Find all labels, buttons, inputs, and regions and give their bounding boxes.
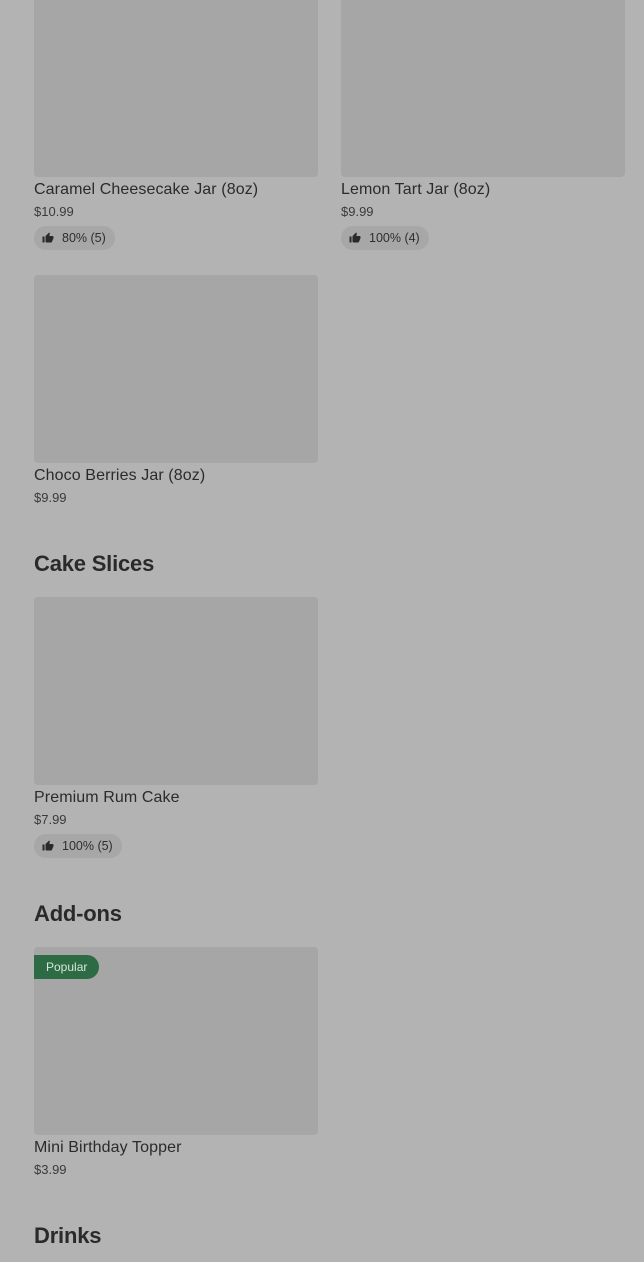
product-card-premium-rum-cake[interactable]: Premium Rum Cake $7.99 100% (5) [34,597,318,858]
rating-text: 100% (5) [62,839,113,853]
product-price: $10.99 [34,204,74,219]
product-name: Caramel Cheesecake Jar (8oz) [34,181,259,198]
product-price: $7.99 [34,812,67,827]
product-price: $9.99 [34,490,67,505]
rating-badge: 100% (5) [34,834,122,858]
product-name: Choco Berries Jar (8oz) [34,467,206,484]
thumbs-up-icon [42,232,54,243]
product-card-lemon-tart-jar[interactable]: Lemon Tart Jar (8oz) $9.99 100% (4) [341,0,625,250]
popular-badge: Popular [34,955,100,979]
section-title-add-ons: Add-ons [34,901,122,926]
rating-badge: 80% (5) [34,226,115,250]
product-card-caramel-cheesecake-jar[interactable]: Caramel Cheesecake Jar (8oz) $10.99 80% … [34,0,318,250]
rating-badge: 100% (4) [341,226,429,250]
section-title-cake-slices: Cake Slices [34,551,155,576]
product-image[interactable] [341,0,625,177]
product-image[interactable] [34,275,318,463]
product-image[interactable] [34,597,318,785]
rating-text: 80% (5) [62,231,106,245]
product-name: Mini Birthday Topper [34,1139,182,1156]
product-image[interactable]: Popular [34,947,318,1135]
rating-text: 100% (4) [369,231,420,245]
product-price: $9.99 [341,204,374,219]
thumbs-up-icon [42,840,54,851]
product-name: Lemon Tart Jar (8oz) [341,181,491,198]
product-card-mini-birthday-topper[interactable]: Popular Mini Birthday Topper $3.99 [34,947,318,1177]
product-price: $3.99 [34,1162,67,1177]
section-title-drinks: Drinks [34,1223,102,1248]
product-card-choco-berries-jar[interactable]: Choco Berries Jar (8oz) $9.99 [34,275,318,505]
product-image[interactable] [34,0,318,177]
thumbs-up-icon [349,232,361,243]
product-name: Premium Rum Cake [34,789,180,806]
